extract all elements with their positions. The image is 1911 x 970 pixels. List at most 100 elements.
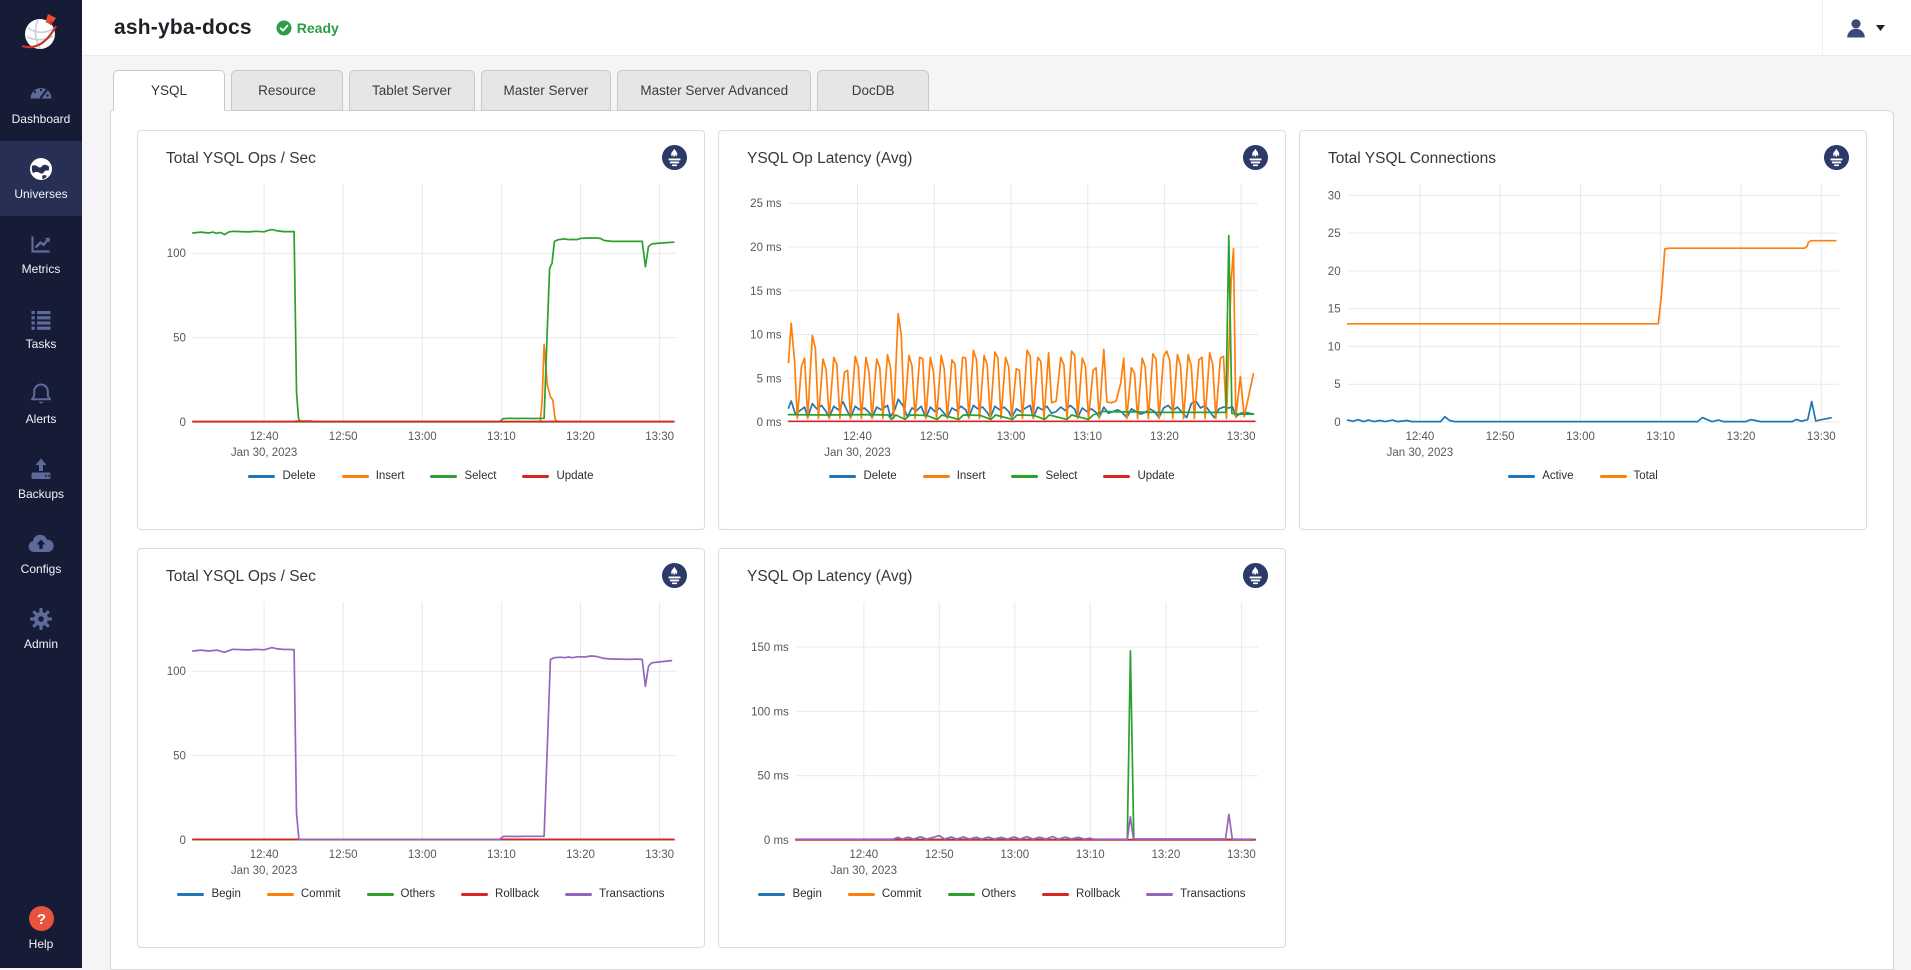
legend-swatch <box>522 475 549 478</box>
user-menu[interactable] <box>1822 0 1911 55</box>
legend-item[interactable]: Select <box>430 470 496 482</box>
svg-text:12:50: 12:50 <box>1486 431 1515 443</box>
svg-text:13:10: 13:10 <box>487 849 516 861</box>
svg-text:25: 25 <box>1328 228 1341 240</box>
chart-plot[interactable]: 05010012:40Jan 30, 202312:5013:0013:1013… <box>159 174 683 466</box>
sidebar-item-universes[interactable]: Universes <box>0 141 82 216</box>
cloud-upload-icon <box>27 531 55 557</box>
chart-plot[interactable]: 05010012:40Jan 30, 202312:5013:0013:1013… <box>159 592 683 884</box>
svg-text:50: 50 <box>173 751 186 763</box>
svg-text:13:20: 13:20 <box>1727 431 1756 443</box>
legend-swatch <box>758 893 785 896</box>
chart-panel-ysql-op-latency: YSQL Op Latency (Avg) 0 ms5 ms10 ms15 ms… <box>718 130 1286 530</box>
svg-text:5: 5 <box>1334 379 1340 391</box>
legend-item[interactable]: Begin <box>758 888 821 900</box>
legend-item[interactable]: Insert <box>923 470 986 482</box>
sidebar-item-metrics[interactable]: Metrics <box>0 216 82 291</box>
legend-item[interactable]: Update <box>522 470 593 482</box>
universe-title: ash-yba-docs <box>114 16 252 40</box>
legend-swatch <box>1103 475 1130 478</box>
tab-tablet-server[interactable]: Tablet Server <box>349 70 475 111</box>
svg-text:13:20: 13:20 <box>1150 431 1179 443</box>
chart-legend: Delete Insert Select Update <box>144 470 698 482</box>
svg-text:13:10: 13:10 <box>487 431 516 443</box>
tab-master-server-advanced[interactable]: Master Server Advanced <box>617 70 811 111</box>
sidebar-item-label: Alerts <box>26 412 57 426</box>
sidebar-item-help[interactable]: ? Help <box>0 892 82 964</box>
svg-text:0: 0 <box>179 417 185 429</box>
prometheus-icon[interactable] <box>1823 144 1850 171</box>
gear-icon <box>28 606 54 632</box>
prometheus-icon[interactable] <box>1242 144 1269 171</box>
sidebar-item-admin[interactable]: Admin <box>0 591 82 666</box>
legend-item[interactable]: Delete <box>829 470 896 482</box>
svg-text:Jan 30, 2023: Jan 30, 2023 <box>831 865 898 877</box>
svg-text:13:00: 13:00 <box>408 431 437 443</box>
legend-item[interactable]: Rollback <box>1042 888 1120 900</box>
legend-item[interactable]: Commit <box>848 888 922 900</box>
svg-text:?: ? <box>36 911 45 928</box>
legend-item[interactable]: Transactions <box>1146 888 1245 900</box>
chart-plot[interactable]: 05101520253012:40Jan 30, 202312:5013:001… <box>1321 174 1845 466</box>
svg-text:5 ms: 5 ms <box>757 373 782 385</box>
globe-icon <box>28 156 54 182</box>
sidebar-item-backups[interactable]: Backups <box>0 441 82 516</box>
legend-item[interactable]: Select <box>1011 470 1077 482</box>
legend-item[interactable]: Others <box>948 888 1017 900</box>
legend-swatch <box>923 475 950 478</box>
legend-item[interactable]: Delete <box>248 470 315 482</box>
sidebar-item-alerts[interactable]: Alerts <box>0 366 82 441</box>
svg-text:12:40: 12:40 <box>1406 431 1435 443</box>
legend-swatch <box>1011 475 1038 478</box>
svg-text:0: 0 <box>179 835 185 847</box>
legend-swatch <box>177 893 204 896</box>
svg-text:13:30: 13:30 <box>1227 431 1256 443</box>
legend-item[interactable]: Active <box>1508 470 1573 482</box>
sidebar-item-configs[interactable]: Configs <box>0 516 82 591</box>
sidebar-item-dashboard[interactable]: Dashboard <box>0 66 82 141</box>
legend-swatch <box>267 893 294 896</box>
legend-swatch <box>948 893 975 896</box>
legend-item[interactable]: Transactions <box>565 888 664 900</box>
svg-text:Jan 30, 2023: Jan 30, 2023 <box>231 865 298 877</box>
check-circle-icon <box>276 20 292 36</box>
legend-swatch <box>1508 475 1535 478</box>
legend-item[interactable]: Begin <box>177 888 240 900</box>
legend-item[interactable]: Rollback <box>461 888 539 900</box>
chart-panel-total-ysql-ops: Total YSQL Ops / Sec 05010012:40Jan 30, … <box>137 130 705 530</box>
tab-master-server[interactable]: Master Server <box>481 70 612 111</box>
metrics-card: Total YSQL Ops / Sec 05010012:40Jan 30, … <box>110 110 1894 970</box>
sidebar-item-label: Universes <box>14 187 67 201</box>
svg-text:13:00: 13:00 <box>1000 849 1029 861</box>
svg-text:13:20: 13:20 <box>1152 849 1181 861</box>
svg-text:20: 20 <box>1328 266 1341 278</box>
sidebar-item-label: Metrics <box>22 262 61 276</box>
legend-item[interactable]: Others <box>367 888 436 900</box>
prometheus-icon[interactable] <box>1242 562 1269 589</box>
yugabyte-planet-logo[interactable] <box>0 0 82 66</box>
svg-text:13:30: 13:30 <box>645 849 674 861</box>
tab-ysql[interactable]: YSQL <box>113 70 225 111</box>
svg-text:0 ms: 0 ms <box>757 417 782 429</box>
svg-text:13:20: 13:20 <box>566 849 595 861</box>
chart-plot[interactable]: 0 ms5 ms10 ms15 ms20 ms25 ms12:40Jan 30,… <box>740 174 1264 466</box>
prometheus-icon[interactable] <box>661 144 688 171</box>
svg-text:12:50: 12:50 <box>329 849 358 861</box>
tab-resource[interactable]: Resource <box>231 70 343 111</box>
legend-item[interactable]: Update <box>1103 470 1174 482</box>
legend-item[interactable]: Commit <box>267 888 341 900</box>
svg-text:Jan 30, 2023: Jan 30, 2023 <box>1387 447 1454 459</box>
sidebar-item-tasks[interactable]: Tasks <box>0 291 82 366</box>
svg-text:13:00: 13:00 <box>408 849 437 861</box>
chart-panel-total-ysql-ops-transactions: Total YSQL Ops / Sec 05010012:40Jan 30, … <box>137 548 705 948</box>
sidebar: Dashboard Universes Metrics Tasks Alerts… <box>0 0 82 968</box>
legend-swatch <box>342 475 369 478</box>
chart-plot[interactable]: 0 ms50 ms100 ms150 ms12:40Jan 30, 202312… <box>740 592 1264 884</box>
chart-legend: Delete Insert Select Update <box>725 470 1279 482</box>
legend-item[interactable]: Total <box>1600 470 1658 482</box>
prometheus-icon[interactable] <box>661 562 688 589</box>
bell-icon <box>28 381 54 407</box>
legend-item[interactable]: Insert <box>342 470 405 482</box>
svg-text:0 ms: 0 ms <box>764 835 789 847</box>
tab-docdb[interactable]: DocDB <box>817 70 929 111</box>
